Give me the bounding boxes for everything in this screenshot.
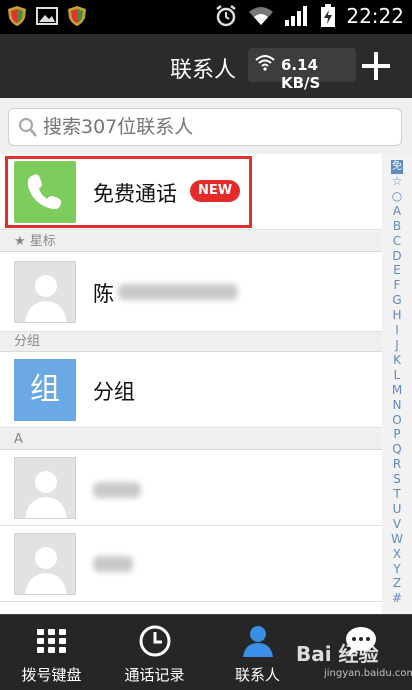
group-icon: 组 — [14, 359, 76, 421]
tab-label: 联系人 — [234, 666, 280, 684]
contact-row[interactable] — [0, 526, 382, 602]
avatar — [14, 457, 76, 519]
network-speed-indicator: 6.14 KB/S — [248, 48, 356, 92]
index-item[interactable]: U — [393, 502, 402, 517]
index-item[interactable]: N — [393, 398, 402, 413]
index-item[interactable]: H — [392, 308, 401, 323]
index-item[interactable]: L — [394, 368, 401, 383]
contact-row[interactable] — [0, 450, 382, 526]
highlight-box — [5, 156, 252, 228]
index-item[interactable]: S — [393, 472, 401, 487]
index-item-fav[interactable]: 免 — [391, 160, 403, 174]
index-item[interactable]: D — [392, 249, 401, 264]
alphabet-index[interactable]: 免 ☆ ○ A B C D E F G H I J K L M N O P Q … — [384, 160, 410, 606]
index-item[interactable]: X — [393, 547, 401, 562]
clock-icon — [139, 625, 170, 657]
avatar — [14, 261, 76, 323]
tab-dialpad[interactable]: 拨号键盘 — [0, 615, 103, 690]
index-item[interactable]: E — [393, 263, 401, 278]
tab-label: 通话记录 — [124, 666, 185, 684]
shield-app-icon — [68, 6, 86, 26]
search-box[interactable] — [8, 108, 402, 146]
person-icon — [25, 471, 67, 518]
index-item[interactable]: B — [393, 219, 401, 234]
index-item[interactable]: C — [393, 234, 401, 249]
battery-charging-icon — [321, 4, 336, 27]
watermark-sub: jingyan.baidu.com — [324, 668, 412, 679]
person-icon — [25, 275, 67, 322]
index-item[interactable]: J — [395, 338, 399, 353]
group-row[interactable]: 组 分组 — [0, 352, 382, 428]
blurred-name — [118, 284, 238, 300]
index-item[interactable]: P — [393, 427, 400, 442]
tab-contacts[interactable]: 联系人 — [206, 615, 309, 690]
dialpad-icon — [36, 629, 66, 653]
section-header-starred: ★ 星标 — [0, 232, 382, 252]
blurred-name — [93, 556, 133, 572]
index-item[interactable]: I — [395, 323, 399, 338]
person-icon — [242, 626, 273, 657]
index-item[interactable]: Z — [393, 576, 401, 591]
index-item[interactable]: Y — [393, 562, 400, 577]
index-item[interactable]: Q — [392, 442, 401, 457]
baidu-watermark: Bai 经验 jingyan.baidu.com — [296, 624, 412, 682]
index-item[interactable]: K — [393, 353, 401, 368]
blurred-name — [93, 482, 141, 498]
index-item[interactable]: G — [392, 293, 401, 308]
section-header-group: 分组 — [0, 332, 382, 352]
search-icon — [18, 117, 37, 137]
index-item[interactable]: F — [394, 278, 401, 293]
alarm-icon — [216, 5, 237, 27]
contact-row-partial — [0, 602, 382, 614]
index-item[interactable]: O — [392, 413, 401, 428]
search-area — [0, 98, 412, 154]
page-title: 联系人 — [170, 58, 237, 83]
wifi-icon — [249, 7, 274, 25]
avatar — [14, 533, 76, 595]
person-icon — [25, 547, 67, 594]
index-item[interactable]: W — [391, 532, 403, 547]
index-item[interactable]: V — [393, 517, 401, 532]
signal-icon — [285, 6, 308, 26]
image-icon — [36, 7, 58, 25]
index-item[interactable]: # — [392, 591, 402, 606]
index-item[interactable]: R — [393, 457, 401, 472]
shield-app-icon — [8, 6, 26, 26]
clock-time: 22:22 — [346, 4, 404, 28]
status-bar: 22:22 — [0, 0, 412, 34]
index-item[interactable]: M — [392, 383, 402, 398]
wifi-icon — [255, 55, 275, 71]
section-header-a: A — [0, 430, 382, 450]
index-item[interactable]: ☆ — [392, 174, 403, 189]
index-item[interactable]: A — [393, 204, 401, 219]
app-header: 联系人 6.14 KB/S — [0, 34, 412, 98]
tab-call-log[interactable]: 通话记录 — [103, 615, 206, 690]
add-contact-button[interactable] — [360, 50, 392, 82]
group-label: 分组 — [93, 380, 135, 404]
index-item[interactable]: T — [393, 487, 400, 502]
watermark-main: Bai 经验 — [296, 642, 379, 666]
contact-row[interactable]: 陈 — [0, 252, 382, 332]
network-speed-text: 6.14 KB/S — [281, 56, 321, 92]
contact-name: 陈 — [93, 282, 114, 306]
tab-label: 拨号键盘 — [21, 666, 82, 684]
index-item[interactable]: ○ — [392, 189, 402, 204]
search-input[interactable] — [43, 116, 383, 138]
